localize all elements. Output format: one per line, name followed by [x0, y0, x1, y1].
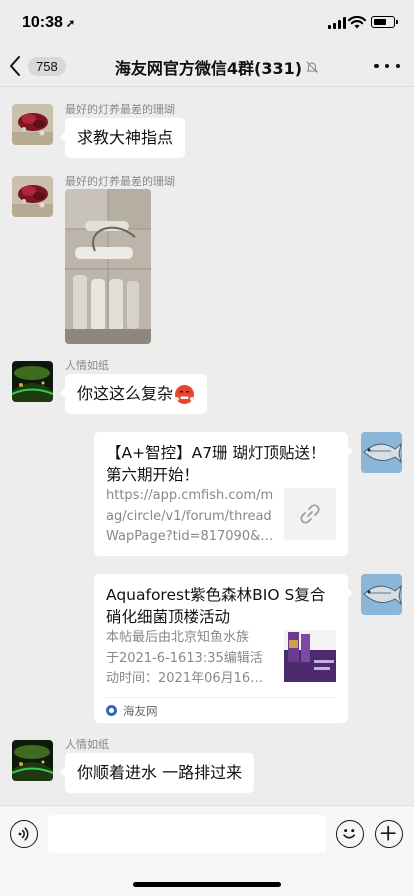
- message-bubble[interactable]: 你这这么复杂: [59, 374, 208, 414]
- article-card-title: Aquaforest紫色森林BIO S复合硝化细菌顶楼活动: [106, 586, 326, 626]
- message-input[interactable]: [48, 815, 326, 853]
- voice-icon: [18, 827, 29, 841]
- sender-name: 最好的灯养最差的珊瑚: [65, 175, 175, 188]
- avatar-coral[interactable]: [12, 176, 53, 217]
- article-card-desc: 本帖最后由北京知鱼水族 于2021-6-1613:35编辑活 动时间：2021年…: [106, 628, 278, 690]
- sender-name: 人情如纸: [65, 738, 109, 751]
- back-button[interactable]: 758: [8, 52, 78, 80]
- ellipsis-dot: [395, 63, 400, 69]
- link-card-title: 【A+智控】A7珊 瑚灯顶贴送！第六期开始！: [106, 444, 326, 484]
- emoji-button[interactable]: [336, 820, 364, 848]
- avatar-self-fish[interactable]: [361, 574, 402, 615]
- link-card-desc-line: https://app.cmfish.com/m: [106, 488, 274, 503]
- link-card[interactable]: 【A+智控】A7珊 瑚灯顶贴送！第六期开始！ https://app.cmfis…: [94, 432, 353, 556]
- article-card-thumbnail: [284, 630, 336, 682]
- battery-fill: [373, 18, 387, 25]
- nav-bar: 758 海友网官方微信4群(331): [0, 48, 414, 86]
- article-card-desc-line: 动时间：2021年06月16…: [106, 671, 264, 686]
- link-card-desc: https://app.cmfish.com/m ag/circle/v1/fo…: [106, 486, 276, 548]
- article-card-footer: 海友网: [106, 697, 336, 723]
- status-bar: 10:38 ➚: [0, 0, 414, 48]
- location-arrow-icon: ➚: [65, 18, 76, 30]
- sender-name: 最好的灯养最差的珊瑚: [65, 103, 175, 116]
- link-icon: [300, 504, 320, 524]
- avatar-landscape[interactable]: [12, 740, 53, 781]
- status-time-text: 10:38: [22, 14, 63, 31]
- message-bubble[interactable]: 你顺着进水 一路排过来: [59, 753, 255, 793]
- link-card-desc-line: WapPage?tid=817090&…: [106, 529, 274, 544]
- home-indicator[interactable]: [133, 882, 281, 887]
- message-bubble[interactable]: 求教大神指点: [59, 118, 186, 158]
- article-source-name: 海友网: [123, 703, 158, 718]
- nav-divider: [0, 86, 414, 87]
- battery-tip: [396, 20, 398, 24]
- article-card[interactable]: Aquaforest紫色森林BIO S复合硝化细菌顶楼活动 本帖最后由北京知鱼水…: [94, 574, 353, 723]
- plus-icon: [380, 825, 396, 841]
- image-message[interactable]: [65, 189, 151, 344]
- avatar-self-fish[interactable]: [361, 432, 402, 473]
- ellipsis-dot: [374, 63, 379, 69]
- chat-title: 海友网官方微信4群(331): [90, 55, 344, 79]
- avatar-landscape[interactable]: [12, 361, 53, 402]
- more-functions-button[interactable]: [375, 820, 403, 848]
- unread-count-badge: 758: [28, 56, 66, 76]
- ellipsis-dot: [384, 63, 390, 69]
- voice-button[interactable]: [10, 820, 38, 848]
- cellular-signal-icon: [328, 17, 346, 29]
- more-options-button[interactable]: [374, 54, 400, 78]
- link-card-thumbnail: [284, 488, 336, 540]
- chevron-left-icon: [10, 56, 20, 76]
- smiley-icon: [343, 829, 356, 839]
- bell-slash-icon: [306, 61, 318, 73]
- article-card-desc-line: 本帖最后由北京知鱼水族: [106, 630, 250, 645]
- message-text: 你这这么复杂: [77, 384, 174, 403]
- link-card-desc-line: ag/circle/v1/forum/thread: [106, 508, 272, 524]
- article-card-desc-line: 于2021-6-1613:35编辑活: [106, 650, 263, 666]
- source-logo-icon: [106, 705, 117, 716]
- face-with-steam-icon: [175, 384, 195, 404]
- wifi-icon: [348, 15, 366, 29]
- status-time: 10:38 ➚: [22, 14, 75, 32]
- chat-title-text: 海友网官方微信4群(331): [114, 59, 303, 78]
- battery-icon: [371, 16, 398, 28]
- avatar-coral[interactable]: [12, 104, 53, 145]
- sender-name: 人情如纸: [65, 359, 109, 372]
